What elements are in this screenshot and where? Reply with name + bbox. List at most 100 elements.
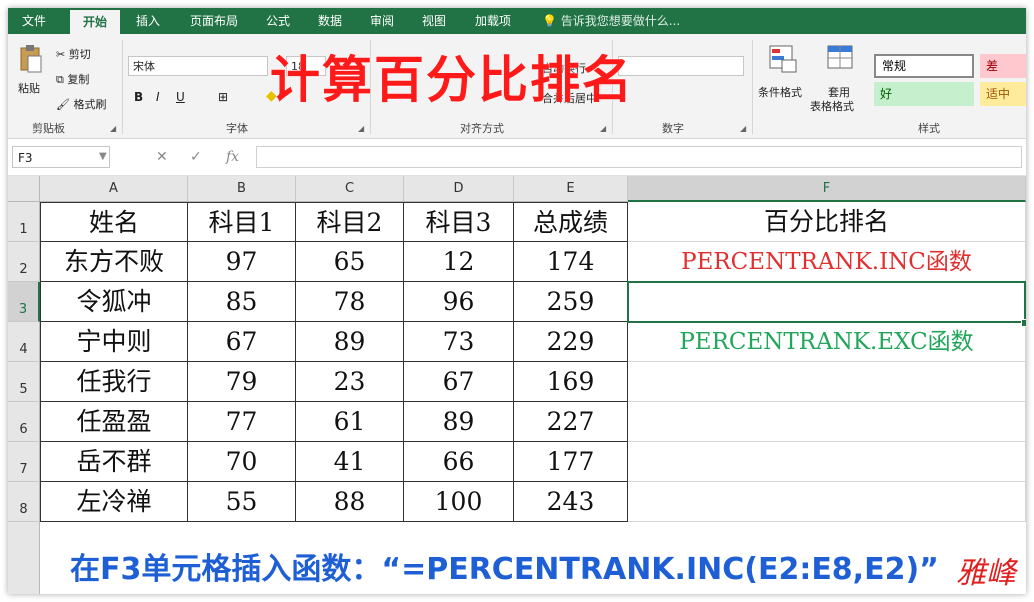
cancel-icon[interactable]: ✕ (156, 145, 168, 169)
tab-view[interactable]: 视图 (412, 8, 456, 34)
cell-c8[interactable]: 88 (296, 482, 404, 522)
name-box[interactable]: F3 (12, 146, 110, 168)
cell-e5[interactable]: 169 (514, 362, 628, 402)
cell-e1[interactable]: 总成绩 (514, 202, 628, 242)
font-name-combo[interactable]: 宋体 (128, 56, 268, 76)
row-header-7[interactable]: 7 (8, 442, 40, 482)
column-header-d[interactable]: D (404, 176, 514, 202)
name-box-dropdown-icon[interactable]: ▼ (99, 145, 107, 169)
tab-home[interactable]: 开始 (70, 10, 120, 34)
column-header-c[interactable]: C (296, 176, 404, 202)
style-neutral[interactable]: 适中 (980, 82, 1026, 106)
cell-f1[interactable]: 百分比排名 (628, 202, 1026, 242)
cell-b4[interactable]: 67 (188, 322, 296, 362)
cell-d4[interactable]: 73 (404, 322, 514, 362)
number-format-combo[interactable] (618, 56, 744, 76)
cell-f6[interactable] (628, 402, 1026, 442)
column-header-e[interactable]: E (514, 176, 628, 202)
cell-d5[interactable]: 67 (404, 362, 514, 402)
fill-handle[interactable] (1021, 319, 1026, 327)
border-icon[interactable]: ⊞ (218, 90, 228, 104)
cell-e6[interactable]: 227 (514, 402, 628, 442)
cell-e3[interactable]: 259 (514, 282, 628, 322)
insert-function-icon[interactable]: fx (226, 145, 239, 169)
alignment-launcher-icon[interactable]: ◢ (600, 124, 606, 133)
style-bad[interactable]: 差 (980, 54, 1026, 78)
tab-page-layout[interactable]: 页面布局 (178, 8, 250, 34)
tell-me-box[interactable]: 💡 告诉我您想要做什么... (542, 8, 680, 34)
cell-f5[interactable] (628, 362, 1026, 402)
cell-a3[interactable]: 令狐冲 (40, 282, 188, 322)
cell-c3[interactable]: 78 (296, 282, 404, 322)
column-header-f[interactable]: F (628, 176, 1026, 202)
cell-a8[interactable]: 左冷禅 (40, 482, 188, 522)
cell-e7[interactable]: 177 (514, 442, 628, 482)
cell-c7[interactable]: 41 (296, 442, 404, 482)
conditional-format-icon[interactable] (768, 44, 798, 74)
column-header-b[interactable]: B (188, 176, 296, 202)
cell-f4[interactable]: PERCENTRANK.EXC函数 (628, 322, 1026, 362)
cell-b3[interactable]: 85 (188, 282, 296, 322)
cell-c6[interactable]: 61 (296, 402, 404, 442)
column-header-a[interactable]: A (40, 176, 188, 202)
cell-b6[interactable]: 77 (188, 402, 296, 442)
row-header-3[interactable]: 3 (8, 282, 40, 322)
clipboard-launcher-icon[interactable]: ◢ (110, 124, 116, 133)
cell-a4[interactable]: 宁中则 (40, 322, 188, 362)
tab-file[interactable]: 文件 (8, 8, 60, 34)
cell-e8[interactable]: 243 (514, 482, 628, 522)
cell-e4[interactable]: 229 (514, 322, 628, 362)
copy-button[interactable]: ⧉ 复制 (56, 71, 89, 87)
enter-icon[interactable]: ✓ (190, 145, 202, 169)
cell-b1[interactable]: 科目1 (188, 202, 296, 242)
cell-b7[interactable]: 70 (188, 442, 296, 482)
paste-button[interactable]: 粘贴 (18, 80, 40, 96)
format-table-label-2[interactable]: 表格格式 (810, 98, 854, 114)
cell-d2[interactable]: 12 (404, 242, 514, 282)
formula-input[interactable] (256, 146, 1022, 168)
cell-c2[interactable]: 65 (296, 242, 404, 282)
font-launcher-icon[interactable]: ◢ (358, 124, 364, 133)
tab-formulas[interactable]: 公式 (256, 8, 300, 34)
paste-icon[interactable] (18, 44, 42, 74)
row-header-5[interactable]: 5 (8, 362, 40, 402)
cell-a7[interactable]: 岳不群 (40, 442, 188, 482)
row-header-4[interactable]: 4 (8, 322, 40, 362)
cell-b5[interactable]: 79 (188, 362, 296, 402)
cell-d1[interactable]: 科目3 (404, 202, 514, 242)
cell-e2[interactable]: 174 (514, 242, 628, 282)
italic-button[interactable]: I (156, 90, 160, 104)
cell-c4[interactable]: 89 (296, 322, 404, 362)
cell-f8[interactable] (628, 482, 1026, 522)
cell-a1[interactable]: 姓名 (40, 202, 188, 242)
tab-review[interactable]: 审阅 (360, 8, 404, 34)
number-launcher-icon[interactable]: ◢ (740, 124, 746, 133)
cell-d6[interactable]: 89 (404, 402, 514, 442)
cell-c1[interactable]: 科目2 (296, 202, 404, 242)
style-good[interactable]: 好 (874, 82, 974, 106)
format-table-icon[interactable] (826, 44, 856, 74)
cell-d3[interactable]: 96 (404, 282, 514, 322)
tab-data[interactable]: 数据 (308, 8, 352, 34)
row-header-1[interactable]: 1 (8, 202, 40, 242)
tab-addins[interactable]: 加载项 (464, 8, 522, 34)
cell-c5[interactable]: 23 (296, 362, 404, 402)
underline-button[interactable]: U (176, 90, 185, 104)
row-header-2[interactable]: 2 (8, 242, 40, 282)
select-all-corner[interactable] (8, 176, 40, 202)
cell-a5[interactable]: 任我行 (40, 362, 188, 402)
cell-a6[interactable]: 任盈盈 (40, 402, 188, 442)
cell-d8[interactable]: 100 (404, 482, 514, 522)
cell-b2[interactable]: 97 (188, 242, 296, 282)
cell-b8[interactable]: 55 (188, 482, 296, 522)
tab-insert[interactable]: 插入 (126, 8, 170, 34)
row-header-6[interactable]: 6 (8, 402, 40, 442)
cell-f2[interactable]: PERCENTRANK.INC函数 (628, 242, 1026, 282)
format-painter-button[interactable]: 🖌 格式刷 (56, 96, 106, 112)
style-normal[interactable]: 常规 (874, 54, 974, 78)
conditional-format-button[interactable]: 条件格式 (758, 84, 802, 100)
row-header-8[interactable]: 8 (8, 482, 40, 522)
cut-button[interactable]: ✂ 剪切 (56, 46, 91, 62)
bold-button[interactable]: B (134, 90, 143, 104)
cell-d7[interactable]: 66 (404, 442, 514, 482)
